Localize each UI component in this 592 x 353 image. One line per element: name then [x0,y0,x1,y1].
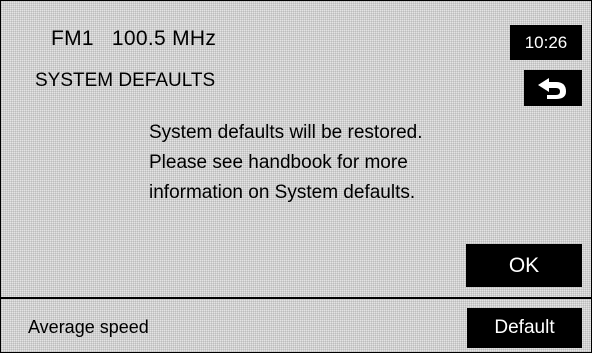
message-line: System defaults will be restored. [149,122,423,143]
station-info: FM1 100.5 MHz [51,27,216,51]
back-button[interactable] [524,70,582,106]
message-line: Please see handbook for more [149,152,408,173]
dialog-message: System defaults will be restored. Please… [149,118,423,208]
radio-display: FM1 100.5 MHz 10:26 SYSTEM DEFAULTS Syste… [0,0,592,353]
clock: 10:26 [510,25,582,60]
back-arrow-icon [538,78,566,99]
band-label: FM1 [51,27,94,50]
page-title: SYSTEM DEFAULTS [35,70,216,91]
message-line: information on System defaults. [149,182,416,203]
ok-button[interactable]: OK [466,244,582,287]
footer-label: Average speed [28,317,149,337]
default-button[interactable]: Default [467,308,582,348]
main-panel: FM1 100.5 MHz 10:26 SYSTEM DEFAULTS Syste… [1,1,591,299]
frequency-label: 100.5 MHz [111,27,217,50]
